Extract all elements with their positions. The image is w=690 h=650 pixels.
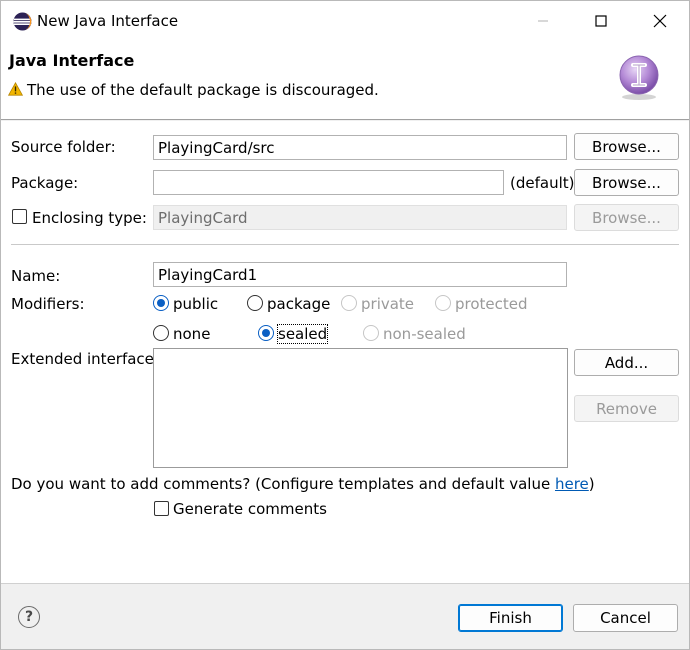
warning-icon [7,81,24,96]
dialog-window: New Java Interface Java Interface The us… [0,0,690,650]
modifier-none-label[interactable]: none [173,325,210,343]
package-field[interactable] [153,170,504,195]
interface-wizard-banner-icon [615,53,663,101]
maximize-icon [595,15,607,27]
enclosing-type-field: PlayingCard [153,205,567,230]
title-bar: New Java Interface [1,1,689,41]
configure-templates-link[interactable]: here [555,475,589,493]
extended-interfaces-list[interactable] [153,348,568,468]
package-browse-button[interactable]: Browse... [574,169,679,196]
modifier-sealed-radio[interactable] [258,325,274,341]
name-label: Name: [11,267,61,285]
modifier-non-sealed-radio [363,325,379,341]
modifier-private-radio [341,295,357,311]
modifier-protected-label: protected [455,295,528,313]
minimize-button[interactable] [520,5,566,37]
comments-question: Do you want to add comments? (Configure … [11,475,595,493]
warning-message: The use of the default package is discou… [27,81,379,99]
generate-comments-label[interactable]: Generate comments [173,500,327,518]
wizard-header: Java Interface The use of the default pa… [1,41,689,120]
enclosing-type-checkbox[interactable] [12,209,27,224]
form-separator [11,244,679,245]
package-label: Package: [11,174,79,192]
eclipse-logo-icon [13,12,32,31]
comments-question-suffix: ) [588,475,595,493]
close-icon [653,14,667,28]
maximize-button[interactable] [578,5,624,37]
modifier-package-radio[interactable] [247,295,263,311]
extended-interfaces-label: Extended interfaces: [11,350,167,368]
modifier-sealed-label[interactable]: sealed [276,324,329,344]
modifier-public-radio[interactable] [153,295,169,311]
source-folder-field[interactable]: PlayingCard/src [153,135,567,160]
source-folder-label: Source folder: [11,138,116,156]
source-folder-browse-button[interactable]: Browse... [574,133,679,160]
modifier-private-label: private [361,295,415,313]
help-icon[interactable]: ? [18,606,40,628]
generate-comments-checkbox[interactable] [154,501,169,516]
package-default-suffix: (default) [510,174,575,192]
add-interface-button[interactable]: Add... [574,349,679,376]
modifier-public-label[interactable]: public [173,295,218,313]
page-title: Java Interface [9,51,135,70]
modifier-none-radio[interactable] [153,325,169,341]
wizard-body: Source folder: PlayingCard/src Browse...… [1,121,689,583]
modifier-package-label[interactable]: package [267,295,330,313]
modifier-non-sealed-label: non-sealed [383,325,466,343]
name-field[interactable]: PlayingCard1 [153,262,567,287]
enclosing-type-label: Enclosing type: [32,209,147,227]
window-title: New Java Interface [37,12,179,30]
footer-separator [1,583,689,584]
finish-button[interactable]: Finish [458,604,563,632]
minimize-icon [538,20,548,22]
close-button[interactable] [637,5,683,37]
comments-question-text: Do you want to add comments? (Configure … [11,475,555,493]
enclosing-type-browse-button: Browse... [574,204,679,231]
modifier-protected-radio [435,295,451,311]
cancel-button[interactable]: Cancel [573,604,678,632]
modifiers-label: Modifiers: [11,295,85,313]
remove-interface-button: Remove [574,395,679,422]
